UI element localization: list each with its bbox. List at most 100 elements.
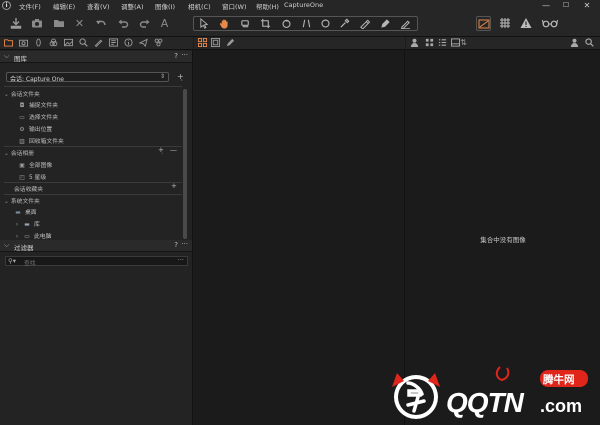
capture-tab-icon[interactable]: [18, 38, 28, 48]
annotate-icon[interactable]: [398, 18, 412, 30]
add-album-button[interactable]: +̣: [158, 146, 164, 154]
erase-mask-icon[interactable]: [378, 18, 392, 30]
collapse-chevron-icon[interactable]: ⌵: [4, 241, 9, 250]
warning-icon[interactable]: [519, 17, 532, 30]
search-input[interactable]: 查找: [24, 258, 36, 267]
edit-pencil-icon[interactable]: [225, 38, 236, 48]
chevron-down-icon: ⌄: [4, 151, 9, 157]
session-select[interactable]: 会话: Capture One ⇕: [6, 72, 169, 83]
list-item[interactable]: ▬ 桌面: [14, 207, 36, 216]
library-header[interactable]: ⌵ 图库 ? ···: [0, 51, 192, 63]
batch-tab-icon[interactable]: [153, 38, 163, 48]
delete-icon[interactable]: ✕: [73, 17, 86, 30]
session-albums-group[interactable]: ⌄ 会话相册: [4, 148, 34, 157]
minimize-button[interactable]: —: [537, 0, 555, 11]
menu-camera[interactable]: 相机(C): [188, 1, 211, 11]
chevron-right-icon[interactable]: ›: [14, 222, 20, 228]
library-tab-icon[interactable]: [3, 38, 13, 48]
proof-glasses-icon[interactable]: [541, 17, 559, 30]
menu-window[interactable]: 窗口(W): [222, 1, 247, 11]
divider: [4, 146, 182, 147]
tool-tabs: [0, 37, 193, 50]
menu-edit[interactable]: 编辑(E): [53, 1, 75, 11]
crop-icon[interactable]: [258, 18, 272, 30]
list-item-label: 5 星级: [29, 175, 47, 181]
session-favorites-group[interactable]: 会话收藏夹: [14, 184, 43, 193]
text-tool-icon[interactable]: A: [158, 17, 171, 30]
five-stars-icon: ◰: [19, 175, 25, 181]
menu-help[interactable]: 帮助(H): [256, 1, 279, 11]
keystone-icon[interactable]: [299, 18, 313, 30]
redo-icon[interactable]: [138, 17, 151, 30]
list-item[interactable]: ◘ 捕捉文件夹: [18, 100, 58, 109]
add-collection-button[interactable]: +̣: [177, 72, 184, 81]
exposure-tab-icon[interactable]: [63, 38, 73, 48]
close-window-button[interactable]: ✕: [578, 0, 596, 11]
draw-mask-icon[interactable]: [357, 18, 371, 30]
grid-view-icon[interactable]: [197, 38, 208, 48]
color-tab-icon[interactable]: [48, 38, 58, 48]
list-view-icon[interactable]: [437, 38, 448, 48]
filters-help-button[interactable]: ?: [174, 241, 178, 249]
filter-search-field[interactable]: ⚲▾ 查找 ···: [5, 256, 188, 267]
local-adjustments-tab-icon[interactable]: [93, 38, 103, 48]
list-item[interactable]: ▥ 回收箱文件夹: [18, 136, 64, 145]
menu-image[interactable]: 图像(I): [155, 1, 175, 11]
list-item-label: 全部图像: [29, 163, 53, 169]
library-scrollbar[interactable]: [183, 89, 187, 239]
menu-view[interactable]: 查看(V): [87, 1, 110, 11]
library-more-button[interactable]: ···: [181, 51, 188, 59]
select-cursor-icon[interactable]: [197, 17, 211, 30]
metadata-tab-icon[interactable]: [123, 38, 133, 48]
adjustments-tab-icon[interactable]: [108, 38, 118, 48]
library-help-button[interactable]: ?: [174, 52, 178, 60]
session-folders-group[interactable]: ⌄ 会话文件夹: [4, 89, 40, 98]
filters-more-button[interactable]: ···: [181, 240, 188, 248]
search-options-button[interactable]: ···: [178, 256, 184, 264]
divider: [4, 194, 182, 195]
import-icon[interactable]: [9, 17, 22, 30]
color-picker-icon[interactable]: [337, 18, 351, 30]
lens-tab-icon[interactable]: [33, 38, 43, 48]
session-folders-title: 会话文件夹: [10, 92, 40, 98]
single-view-icon[interactable]: [210, 38, 221, 48]
loupe-icon[interactable]: [238, 18, 252, 30]
system-folders-group[interactable]: ⌄ 系统文件夹: [4, 196, 40, 205]
watermark-brand: 腾牛网: [543, 374, 575, 386]
sort-icon[interactable]: ⇅: [458, 38, 469, 48]
list-item[interactable]: ▣ 全部图像: [18, 160, 52, 169]
menu-adjust[interactable]: 调整(A): [121, 1, 144, 11]
maximize-button[interactable]: ☐: [557, 0, 575, 11]
open-folder-icon[interactable]: [52, 17, 65, 30]
search-icon[interactable]: [584, 38, 595, 48]
watermark-text: QQTN: [446, 387, 524, 418]
list-item[interactable]: ⚙ 输出位置: [18, 124, 52, 133]
undo-all-icon[interactable]: [94, 17, 107, 30]
site-watermark: 腾牛网 QQTN .com: [388, 365, 598, 423]
rotate-icon[interactable]: [279, 18, 293, 30]
list-item[interactable]: › ▭ 此电脑: [14, 231, 52, 240]
list-item[interactable]: ▭ 选择文件夹: [18, 112, 58, 121]
filters-header[interactable]: ⌵ 过滤器 ? ···: [0, 240, 192, 252]
details-tab-icon[interactable]: [78, 38, 88, 48]
user-filter-icon[interactable]: [569, 38, 580, 48]
add-favorite-button[interactable]: +: [171, 182, 177, 190]
list-item[interactable]: ◰ 5 星级: [18, 172, 46, 181]
exposure-warning-icon[interactable]: [476, 16, 491, 31]
output-tab-icon[interactable]: [138, 38, 148, 48]
window-title: CaptureOne: [284, 1, 324, 9]
undo-icon[interactable]: [116, 17, 129, 30]
spot-removal-icon[interactable]: [318, 18, 332, 30]
remove-album-button[interactable]: —: [170, 146, 177, 154]
pan-hand-icon[interactable]: [217, 18, 231, 30]
menu-file[interactable]: 文件(F): [19, 1, 41, 11]
select-arrows-icon: ⇕: [159, 73, 165, 80]
user-icon[interactable]: [409, 38, 420, 48]
trash-folder-icon: ▥: [19, 139, 25, 145]
collapse-chevron-icon[interactable]: ⌵: [4, 52, 9, 61]
thumbnail-view-icon[interactable]: [424, 38, 435, 48]
camera-folder-icon: ◘: [19, 103, 25, 109]
list-item[interactable]: › ▬ 库: [14, 219, 40, 228]
capture-icon[interactable]: [30, 17, 43, 30]
grid-icon[interactable]: [498, 17, 511, 30]
